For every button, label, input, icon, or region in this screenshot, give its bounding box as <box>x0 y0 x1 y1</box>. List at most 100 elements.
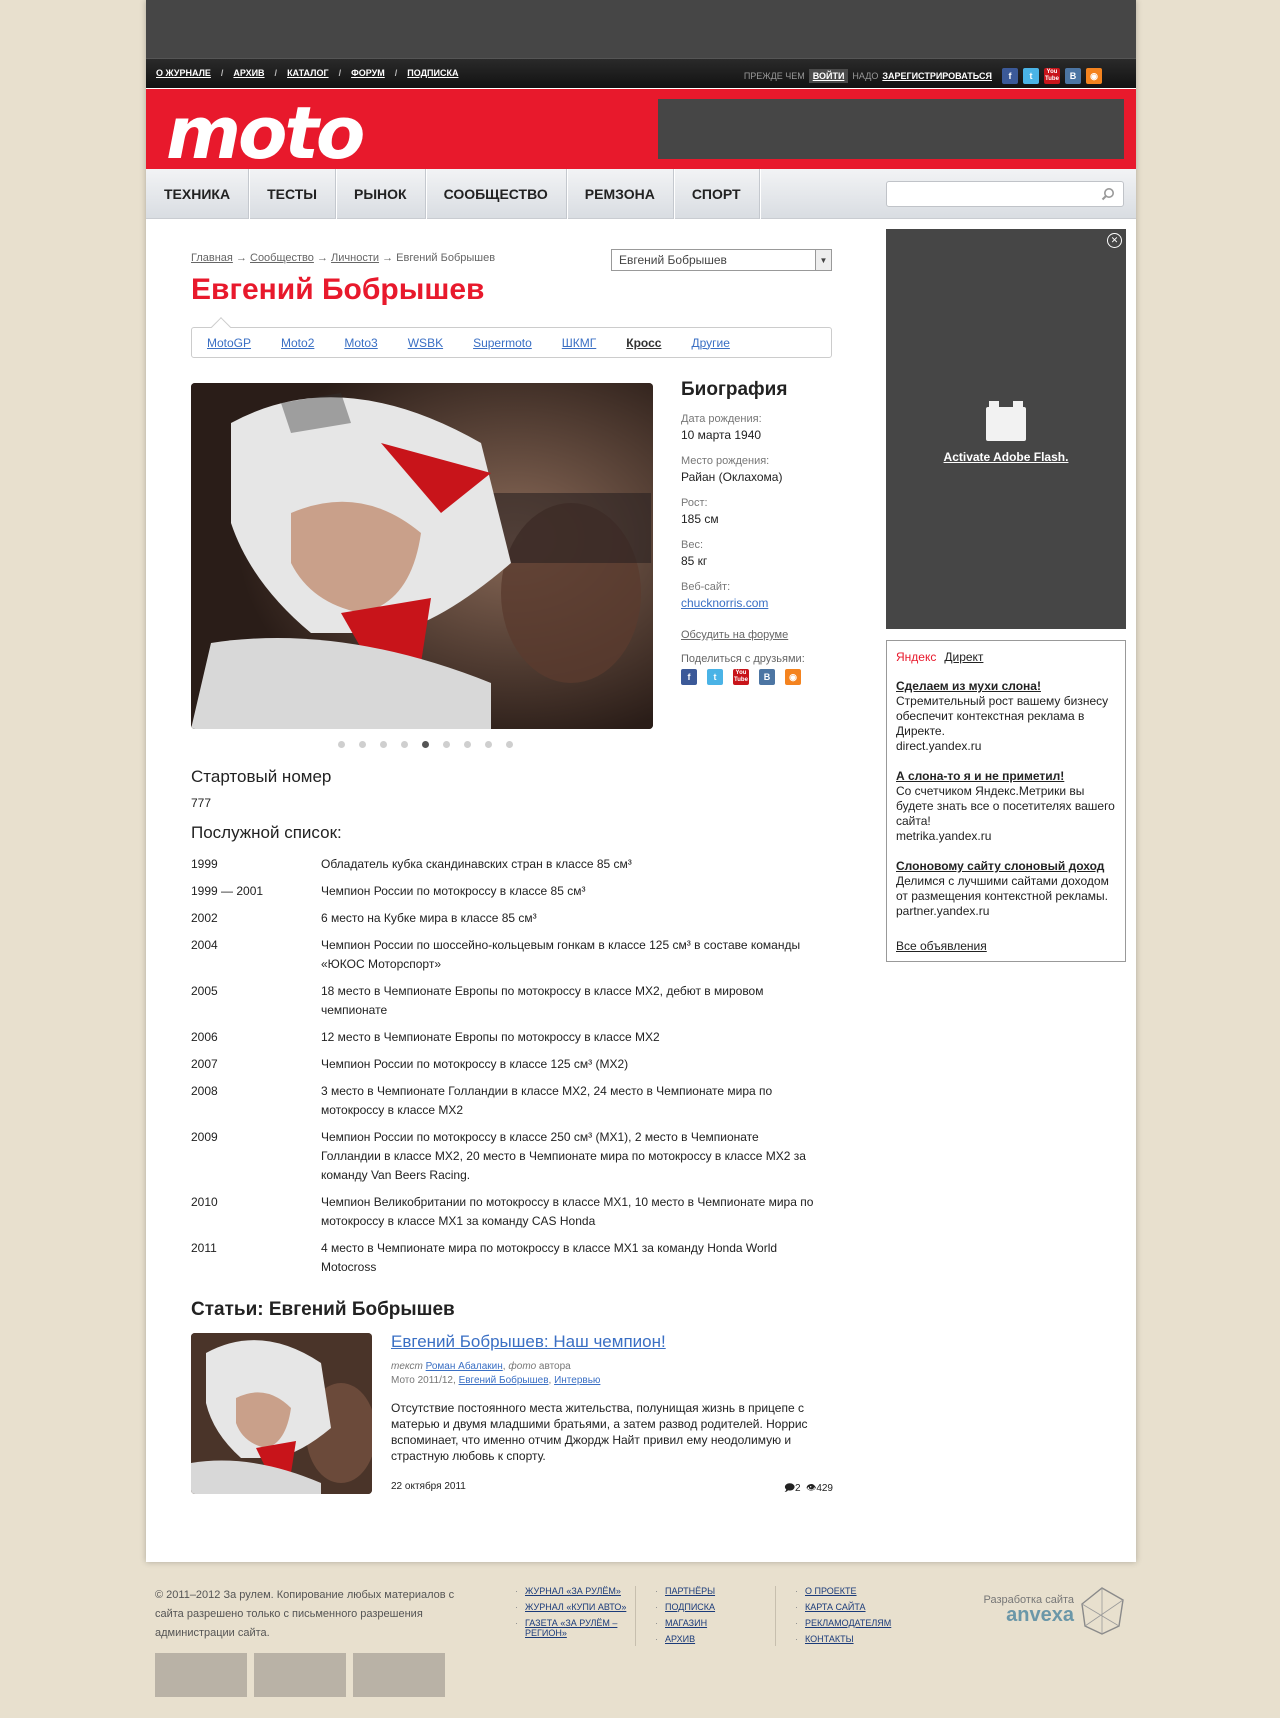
counter-badge[interactable] <box>353 1653 445 1697</box>
breadcrumb-community[interactable]: Сообщество <box>250 252 314 264</box>
gallery-dot[interactable] <box>359 741 366 748</box>
gallery-dot[interactable] <box>401 741 408 748</box>
activate-flash-link[interactable]: Activate Adobe Flash. <box>886 450 1126 464</box>
facebook-icon[interactable]: f <box>681 669 697 685</box>
comments-count[interactable]: 2 <box>795 1483 801 1494</box>
tab-supermoto[interactable]: Supermoto <box>473 336 532 350</box>
gallery-dot[interactable] <box>338 741 345 748</box>
record-text: 18 место в Чемпионате Европы по мотокрос… <box>321 984 764 1017</box>
footer-link[interactable]: МАГАЗИН <box>665 1618 707 1628</box>
discuss-forum-link[interactable]: Обсудить на форуме <box>681 629 831 641</box>
article-author-link[interactable]: Роман Абалакин <box>426 1361 503 1372</box>
header-banner-ad[interactable] <box>658 99 1124 159</box>
website-link[interactable]: chucknorris.com <box>681 596 768 610</box>
youtube-icon[interactable]: You Tube <box>1044 68 1060 84</box>
records-list: 1999 Обладатель кубка скандинавских стран… <box>191 855 833 1285</box>
tab-shkmg[interactable]: ШКМГ <box>562 336 596 350</box>
record-text: Чемпион России по мотокроссу в классе 25… <box>321 1130 806 1182</box>
gallery-dot[interactable] <box>464 741 471 748</box>
ad-title-link[interactable]: Слоновому сайту слоновый доход <box>896 859 1116 874</box>
counter-badge[interactable] <box>155 1653 247 1697</box>
twitter-icon[interactable]: t <box>1023 68 1039 84</box>
twitter-icon[interactable]: t <box>707 669 723 685</box>
nav-tests[interactable]: ТЕСТЫ <box>249 169 336 219</box>
yandex-label[interactable]: Яндекс <box>896 650 936 664</box>
register-link[interactable]: ЗАРЕГИСТРИРОВАТЬСЯ <box>882 71 992 81</box>
site-logo[interactable]: moto <box>166 97 365 169</box>
rss-icon[interactable]: ◉ <box>1086 68 1102 84</box>
article-photo-author: автора <box>538 1361 571 1372</box>
tab-wsbk[interactable]: WSBK <box>408 336 443 350</box>
footer-link[interactable]: ПОДПИСКА <box>665 1602 715 1612</box>
nav-market[interactable]: РЫНОК <box>336 169 426 219</box>
person-select-value: Евгений Бобрышев <box>619 253 727 267</box>
tab-moto2[interactable]: Moto2 <box>281 336 314 350</box>
breadcrumb-people[interactable]: Личности <box>331 252 379 264</box>
gallery-dot[interactable] <box>380 741 387 748</box>
article-tag-person[interactable]: Евгений Бобрышев <box>459 1375 549 1386</box>
record-year: 2007 <box>191 1057 218 1071</box>
search-input[interactable] <box>886 181 1124 207</box>
article-thumbnail[interactable] <box>191 1333 372 1494</box>
top-nav-catalog[interactable]: КАТАЛОГ <box>287 68 329 78</box>
search-icon[interactable] <box>1101 187 1115 201</box>
footer-link[interactable]: ПАРТНЁРЫ <box>665 1586 715 1596</box>
top-nav-archive[interactable]: АРХИВ <box>233 68 264 78</box>
birth-place-label: Место рождения: <box>681 455 770 467</box>
gallery-dot[interactable] <box>485 741 492 748</box>
chevron-down-icon[interactable]: ▼ <box>815 250 831 270</box>
gallery-dot-active[interactable] <box>422 741 429 748</box>
login-link[interactable]: ВОЙТИ <box>808 69 849 83</box>
footer-link[interactable]: КАРТА САЙТА <box>805 1602 866 1612</box>
ad-title-link[interactable]: Сделаем из мухи слона! <box>896 679 1116 694</box>
youtube-icon-bottom: Tube <box>1045 76 1059 82</box>
counter-badge[interactable] <box>254 1653 346 1697</box>
top-nav-about[interactable]: О ЖУРНАЛЕ <box>156 68 211 78</box>
gallery-dot[interactable] <box>443 741 450 748</box>
bio-heading: Биография <box>681 379 788 400</box>
youtube-icon-bottom: Tube <box>734 677 748 683</box>
person-select[interactable]: Евгений Бобрышев ▼ <box>611 249 832 271</box>
footer-link[interactable]: О ПРОЕКТЕ <box>805 1586 857 1596</box>
all-ads-link[interactable]: Все объявления <box>896 939 1116 953</box>
rider-photo-image <box>191 383 653 729</box>
breadcrumb-home[interactable]: Главная <box>191 252 233 264</box>
footer-link[interactable]: ЖУРНАЛ «ЗА РУЛЁМ» <box>525 1586 621 1596</box>
nav-repair[interactable]: РЕМЗОНА <box>567 169 674 219</box>
eye-icon: 👁 <box>806 1483 817 1494</box>
record-row: 2007 Чемпион России по мотокроссу в класс… <box>191 1055 833 1074</box>
vkontakte-icon[interactable]: B <box>1065 68 1081 84</box>
developer-credit[interactable]: Разработка сайта anvexa <box>984 1586 1125 1635</box>
rss-icon[interactable]: ◉ <box>785 669 801 685</box>
youtube-icon[interactable]: You Tube <box>733 669 749 685</box>
footer-link[interactable]: КОНТАКТЫ <box>805 1634 854 1644</box>
direct-link[interactable]: Директ <box>944 650 983 664</box>
article-title-link[interactable]: Евгений Бобрышев: Наш чемпион! <box>391 1332 833 1352</box>
record-row: 2004 Чемпион России по шоссейно-кольцевым… <box>191 936 833 974</box>
top-bar: О ЖУРНАЛЕ / АРХИВ / КАТАЛОГ / ФОРУМ / ПОДПИС… <box>146 58 1136 88</box>
article-tag-interview[interactable]: Интервью <box>554 1375 600 1386</box>
rider-photo[interactable] <box>191 383 653 729</box>
tab-other[interactable]: Другие <box>691 336 729 350</box>
article-photo-label: фото <box>508 1361 537 1372</box>
facebook-icon[interactable]: f <box>1002 68 1018 84</box>
nav-community[interactable]: СООБЩЕСТВО <box>426 169 567 219</box>
footer-link[interactable]: ЖУРНАЛ «КУПИ АВТО» <box>525 1602 626 1612</box>
footer-link[interactable]: РЕКЛАМОДАТЕЛЯМ <box>805 1618 891 1628</box>
tab-motogp[interactable]: MotoGP <box>207 336 251 350</box>
top-nav-forum[interactable]: ФОРУМ <box>351 68 385 78</box>
vkontakte-icon[interactable]: B <box>759 669 775 685</box>
record-year: 2006 <box>191 1030 218 1044</box>
ad-title-link[interactable]: А слона-то я и не приметил! <box>896 769 1116 784</box>
footer-divider <box>775 1586 776 1646</box>
close-icon[interactable]: ✕ <box>1107 233 1122 248</box>
nav-tech[interactable]: ТЕХНИКА <box>146 169 250 219</box>
top-nav-subscription[interactable]: ПОДПИСКА <box>407 68 458 78</box>
tab-moto3[interactable]: Moto3 <box>344 336 377 350</box>
nav-sport[interactable]: СПОРТ <box>674 169 760 219</box>
top-banner-ad[interactable] <box>146 0 1136 58</box>
footer-link[interactable]: АРХИВ <box>665 1634 695 1644</box>
gallery-dot[interactable] <box>506 741 513 748</box>
tab-cross[interactable]: Кросс <box>626 336 661 350</box>
footer-link[interactable]: ГАЗЕТА «ЗА РУЛЁМ – РЕГИОН» <box>525 1618 617 1638</box>
